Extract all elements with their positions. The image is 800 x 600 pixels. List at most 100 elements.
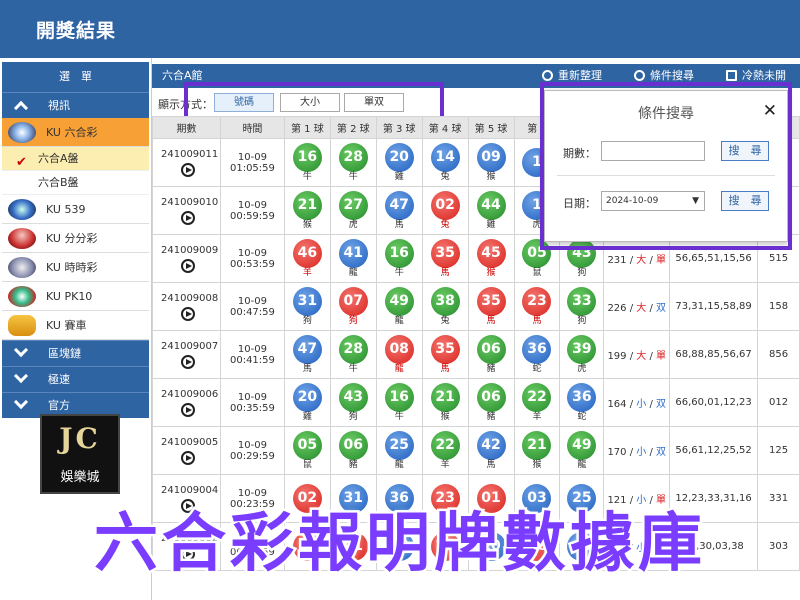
- zodiac-label: 狗: [348, 315, 358, 326]
- ball-cell: 02 兔: [421, 186, 469, 235]
- zodiac-label: 羊: [302, 267, 312, 278]
- zodiac-label: 馬: [486, 459, 496, 470]
- ball-cell: 07 狗: [329, 282, 377, 331]
- sidebar-item-ku-fenfen[interactable]: KU 分分彩: [2, 224, 149, 253]
- ball-cell: 16 牛: [375, 378, 423, 427]
- sum-cell: 199 / 大 / 單: [603, 330, 671, 379]
- number-ball: 36: [567, 382, 597, 412]
- period-cell: 241009010: [152, 186, 221, 235]
- ball-cell: 14 兔: [421, 138, 469, 187]
- number-ball: 02: [430, 190, 460, 220]
- play-icon[interactable]: [181, 258, 195, 273]
- zodiac-label: 雞: [486, 219, 496, 230]
- number-ball: 07: [338, 286, 368, 316]
- table-row: 241009007 10-09 00:41:59 47 馬 28 牛 08 龍 35 馬 06 豬 36 蛇…: [152, 330, 800, 379]
- play-icon[interactable]: [181, 402, 195, 417]
- dealer-icon: [8, 228, 36, 249]
- number-ball: 35: [430, 238, 460, 268]
- number-ball: 45: [476, 238, 506, 268]
- ball-cell: 20 雞: [283, 378, 331, 427]
- ball-cell: 35 馬: [421, 234, 469, 283]
- ball-cell: 47 馬: [283, 330, 331, 379]
- sidebar-item-ku-marksix[interactable]: KU 六合彩: [2, 118, 149, 147]
- number-ball: 27: [338, 190, 368, 220]
- zodiac-label: 兔: [440, 219, 450, 230]
- play-icon[interactable]: [181, 306, 195, 321]
- digits-cell: 66,60,01,12,23: [669, 378, 759, 427]
- zodiac-label: 牛: [348, 363, 358, 374]
- ball-cell: 05 鼠: [283, 426, 331, 475]
- sidebar-sub-marksix-b[interactable]: 六合B盤: [2, 171, 149, 195]
- sidebar-item-ku-539[interactable]: KU 539: [2, 195, 149, 224]
- col-ball-3: 第 3 球: [375, 116, 423, 139]
- zodiac-label: 馬: [302, 363, 312, 374]
- sidebar-item-ku-racing[interactable]: KU 賽車: [2, 311, 149, 340]
- number-ball: 39: [567, 334, 597, 364]
- sidebar-section-speed[interactable]: 極速: [2, 366, 149, 392]
- ball-cell: 38 兔: [421, 282, 469, 331]
- number-ball: 22: [522, 382, 552, 412]
- number-ball: 31: [292, 286, 322, 316]
- zodiac-label: 猴: [532, 459, 542, 470]
- col-ball-5: 第 5 球: [467, 116, 515, 139]
- number-ball: 36: [522, 334, 552, 364]
- zodiac-label: 馬: [486, 315, 496, 326]
- zodiac-label: 馬: [440, 363, 450, 374]
- dialog-highlight-box: [540, 82, 792, 250]
- number-ball: 16: [292, 142, 322, 172]
- ball-cell: 46 羊: [283, 234, 331, 283]
- zodiac-label: 豬: [348, 459, 358, 470]
- promo-banner: 六合彩報明牌數據庫: [92, 505, 706, 584]
- zodiac-label: 龍: [348, 267, 358, 278]
- search-icon: [634, 70, 645, 81]
- digits-cell: 68,88,85,56,67: [669, 330, 759, 379]
- period-cell: 241009011: [152, 138, 221, 187]
- number-ball: 38: [430, 286, 460, 316]
- sidebar-section-blockchain[interactable]: 區塊鏈: [2, 340, 149, 366]
- number-ball: 06: [476, 334, 506, 364]
- sidebar-section-video[interactable]: 視訊: [2, 92, 149, 118]
- sidebar-item-ku-pk10[interactable]: KU PK10: [2, 282, 149, 311]
- sum-cell: 170 / 小 / 双: [603, 426, 671, 475]
- time-cell: 10-09 00:53:59: [219, 234, 285, 283]
- ball-cell: 49 龍: [559, 426, 605, 475]
- zodiac-label: 蛇: [532, 363, 542, 374]
- play-icon[interactable]: [181, 162, 195, 177]
- number-ball: 49: [567, 430, 597, 460]
- ball-cell: 31 狗: [283, 282, 331, 331]
- zodiac-label: 兔: [440, 315, 450, 326]
- period-cell: 241009007: [152, 330, 221, 379]
- zodiac-label: 狗: [577, 315, 587, 326]
- ball-cell: 06 豬: [467, 378, 515, 427]
- play-icon[interactable]: [181, 210, 195, 225]
- chevron-up-icon: [13, 100, 29, 116]
- zodiac-label: 猴: [486, 267, 496, 278]
- chevron-down-icon: [13, 342, 29, 358]
- chevron-down-icon: [13, 368, 29, 384]
- table-row: 241009006 10-09 00:35:59 20 雞 43 狗 16 牛 21 猴 06 豬 22 羊…: [152, 378, 800, 427]
- number-ball: 23: [522, 286, 552, 316]
- sidebar-item-ku-shishi[interactable]: KU 時時彩: [2, 253, 149, 282]
- zodiac-label: 猴: [302, 219, 312, 230]
- number-ball: 21: [292, 190, 322, 220]
- number-ball: 21: [430, 382, 460, 412]
- number-ball: 47: [384, 190, 414, 220]
- ball-cell: 33 狗: [559, 282, 605, 331]
- play-icon[interactable]: [181, 354, 195, 369]
- ball-cell: 22 羊: [421, 426, 469, 475]
- zodiac-label: 羊: [532, 411, 542, 422]
- digits-cell: 73,31,15,58,89: [669, 282, 759, 331]
- number-ball: 06: [338, 430, 368, 460]
- zodiac-label: 牛: [348, 171, 358, 182]
- time-cell: 10-09 00:47:59: [219, 282, 285, 331]
- time-cell: 10-09 01:05:59: [219, 138, 285, 187]
- zodiac-label: 龍: [394, 315, 404, 326]
- ball-cell: 22 羊: [513, 378, 561, 427]
- sidebar-sub-marksix-a[interactable]: ✔ 六合A盤: [2, 147, 149, 171]
- number-ball: 20: [384, 142, 414, 172]
- number-ball: 35: [476, 286, 506, 316]
- number-ball: 25: [384, 430, 414, 460]
- table-row: 241009005 10-09 00:29:59 05 鼠 06 豬 25 龍 22 羊 42 馬 21 猴…: [152, 426, 800, 475]
- period-cell: 241009008: [152, 282, 221, 331]
- play-icon[interactable]: [181, 450, 195, 465]
